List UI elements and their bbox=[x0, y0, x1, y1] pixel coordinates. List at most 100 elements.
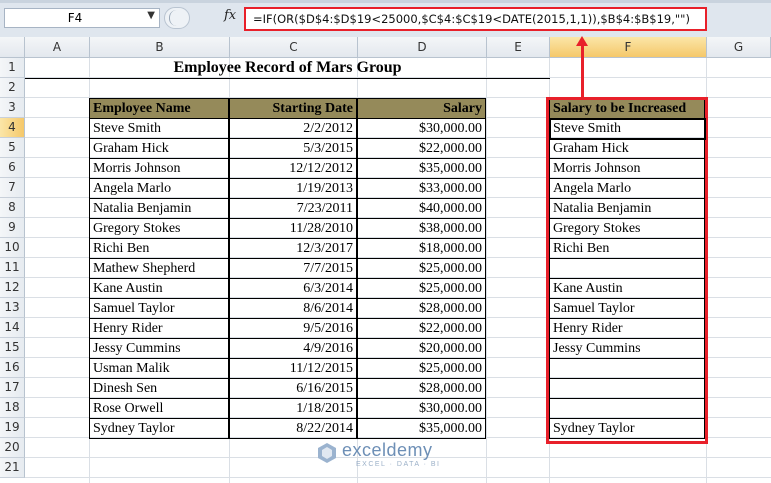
cell-name[interactable]: Kane Austin bbox=[89, 278, 229, 299]
cell-date[interactable]: 12/3/2017 bbox=[229, 238, 357, 259]
cell-name[interactable]: Henry Rider bbox=[89, 318, 229, 339]
select-all-corner[interactable] bbox=[0, 37, 25, 58]
formula-bar-grip-icon[interactable] bbox=[164, 7, 190, 29]
cell-date[interactable]: 5/3/2015 bbox=[229, 138, 357, 159]
cell-date[interactable]: 11/28/2010 bbox=[229, 218, 357, 239]
row-header-18[interactable]: 18 bbox=[0, 398, 25, 418]
row-header-1[interactable]: 1 bbox=[0, 58, 25, 78]
watermark-brand: exceldemy bbox=[342, 440, 433, 460]
row-header-3[interactable]: 3 bbox=[0, 98, 25, 118]
cell-date[interactable]: 7/7/2015 bbox=[229, 258, 357, 279]
row-header-9[interactable]: 9 bbox=[0, 218, 25, 238]
cell-name[interactable]: Samuel Taylor bbox=[89, 298, 229, 319]
cell-name[interactable]: Natalia Benjamin bbox=[89, 198, 229, 219]
cell-date[interactable]: 4/9/2016 bbox=[229, 338, 357, 359]
result-highlight-box bbox=[546, 97, 708, 444]
row-header-15[interactable]: 15 bbox=[0, 338, 25, 358]
cell-date[interactable]: 6/16/2015 bbox=[229, 378, 357, 399]
cell-salary[interactable]: $38,000.00 bbox=[357, 218, 486, 239]
cell-salary[interactable]: $22,000.00 bbox=[357, 318, 486, 339]
active-cell-cursor bbox=[549, 118, 706, 140]
title-underline bbox=[25, 78, 550, 79]
row-header-5[interactable]: 5 bbox=[0, 138, 25, 158]
cell-date[interactable]: 9/5/2016 bbox=[229, 318, 357, 339]
cell-date[interactable]: 11/12/2015 bbox=[229, 358, 357, 379]
sheet-title: Employee Record of Mars Group bbox=[173, 59, 402, 76]
row-header-8[interactable]: 8 bbox=[0, 198, 25, 218]
insert-function-icon[interactable]: fx bbox=[224, 8, 236, 23]
cell-date[interactable]: 6/3/2014 bbox=[229, 278, 357, 299]
cell-salary[interactable]: $35,000.00 bbox=[357, 158, 486, 179]
name-box-value: F4 bbox=[67, 11, 83, 25]
name-box[interactable]: F4 ▼ bbox=[4, 8, 160, 28]
row-header-2[interactable]: 2 bbox=[0, 78, 25, 98]
row-header-21[interactable]: 21 bbox=[0, 458, 25, 478]
watermark-tagline: EXCEL · DATA · BI bbox=[356, 461, 441, 468]
cell-salary[interactable]: $22,000.00 bbox=[357, 138, 486, 159]
column-header-c[interactable]: C bbox=[230, 37, 358, 58]
exceldemy-logo-icon bbox=[318, 443, 336, 463]
cell-name[interactable]: Jessy Cummins bbox=[89, 338, 229, 359]
cell-name[interactable]: Graham Hick bbox=[89, 138, 229, 159]
cell-name[interactable]: Morris Johnson bbox=[89, 158, 229, 179]
column-header-a[interactable]: A bbox=[25, 37, 90, 58]
cell-salary[interactable]: $40,000.00 bbox=[357, 198, 486, 219]
header-salary[interactable]: Salary bbox=[357, 98, 486, 119]
cell-date[interactable]: 2/2/2012 bbox=[229, 118, 357, 139]
cell-name[interactable]: Sydney Taylor bbox=[89, 418, 229, 439]
cell-salary[interactable]: $30,000.00 bbox=[357, 118, 486, 139]
row-header-17[interactable]: 17 bbox=[0, 378, 25, 398]
cell-salary[interactable]: $28,000.00 bbox=[357, 378, 486, 399]
cell-name[interactable]: Richi Ben bbox=[89, 238, 229, 259]
column-header-g[interactable]: G bbox=[707, 37, 771, 58]
header-starting-date[interactable]: Starting Date bbox=[229, 98, 357, 119]
cell-date[interactable]: 1/19/2013 bbox=[229, 178, 357, 199]
row-header-12[interactable]: 12 bbox=[0, 278, 25, 298]
row-header-11[interactable]: 11 bbox=[0, 258, 25, 278]
cell-salary[interactable]: $25,000.00 bbox=[357, 358, 486, 379]
header-employee-name[interactable]: Employee Name bbox=[89, 98, 229, 119]
cell-name[interactable]: Mathew Shepherd bbox=[89, 258, 229, 279]
cell-name[interactable]: Steve Smith bbox=[89, 118, 229, 139]
row-header-14[interactable]: 14 bbox=[0, 318, 25, 338]
cell-name[interactable]: Gregory Stokes bbox=[89, 218, 229, 239]
row-header-16[interactable]: 16 bbox=[0, 358, 25, 378]
cell-name[interactable]: Rose Orwell bbox=[89, 398, 229, 419]
watermark: exceldemy EXCEL · DATA · BI bbox=[316, 440, 466, 474]
formula-input[interactable]: =IF(OR($D$4:$D$19<25000,$C$4:$C$19<DATE(… bbox=[244, 7, 707, 31]
row-header-6[interactable]: 6 bbox=[0, 158, 25, 178]
cell-salary[interactable]: $33,000.00 bbox=[357, 178, 486, 199]
cell-salary[interactable]: $18,000.00 bbox=[357, 238, 486, 259]
ribbon-edge bbox=[0, 0, 771, 3]
row-header-10[interactable]: 10 bbox=[0, 238, 25, 258]
cell-name[interactable]: Dinesh Sen bbox=[89, 378, 229, 399]
formula-bar: F4 ▼ fx =IF(OR($D$4:$D$19<25000,$C$4:$C$… bbox=[0, 0, 771, 37]
arrow-shaft bbox=[581, 40, 584, 97]
cell-salary[interactable]: $25,000.00 bbox=[357, 258, 486, 279]
column-header-b[interactable]: B bbox=[90, 37, 230, 58]
cell-salary[interactable]: $28,000.00 bbox=[357, 298, 486, 319]
gridline-vertical bbox=[486, 58, 487, 483]
row-header-4[interactable]: 4 bbox=[0, 118, 25, 138]
cell-date[interactable]: 12/12/2012 bbox=[229, 158, 357, 179]
row-header-13[interactable]: 13 bbox=[0, 298, 25, 318]
row-header-7[interactable]: 7 bbox=[0, 178, 25, 198]
column-header-e[interactable]: E bbox=[487, 37, 550, 58]
cell-date[interactable]: 8/6/2014 bbox=[229, 298, 357, 319]
row-header-19[interactable]: 19 bbox=[0, 418, 25, 438]
arrow-up-icon bbox=[576, 36, 588, 46]
cell-salary[interactable]: $25,000.00 bbox=[357, 278, 486, 299]
cell-name[interactable]: Usman Malik bbox=[89, 358, 229, 379]
cell-date[interactable]: 8/22/2014 bbox=[229, 418, 357, 439]
column-header-f[interactable]: F bbox=[550, 37, 707, 58]
cell-date[interactable]: 1/18/2015 bbox=[229, 398, 357, 419]
cell-salary[interactable]: $20,000.00 bbox=[357, 338, 486, 359]
gridline-horizontal bbox=[25, 477, 771, 478]
cell-salary[interactable]: $30,000.00 bbox=[357, 398, 486, 419]
row-header-20[interactable]: 20 bbox=[0, 438, 25, 458]
cell-date[interactable]: 7/23/2011 bbox=[229, 198, 357, 219]
column-header-d[interactable]: D bbox=[358, 37, 487, 58]
cell-name[interactable]: Angela Marlo bbox=[89, 178, 229, 199]
chevron-down-icon[interactable]: ▼ bbox=[147, 10, 155, 21]
cell-salary[interactable]: $35,000.00 bbox=[357, 418, 486, 439]
